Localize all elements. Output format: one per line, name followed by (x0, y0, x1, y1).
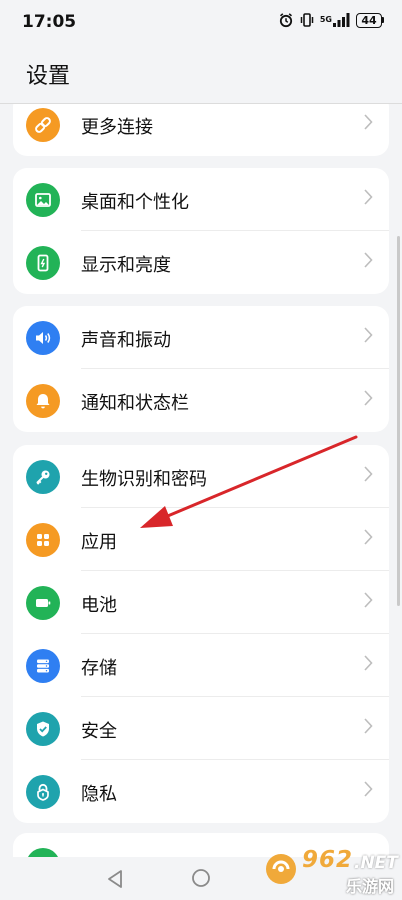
chevron-right-icon (364, 781, 373, 801)
chevron-right-icon (364, 252, 373, 272)
settings-list[interactable]: 更多连接 桌面和个性化 显示和亮度 声音和振动 通知和状态栏 生物识别和密码 应… (0, 104, 402, 857)
settings-item-label: 生物识别和密码 (81, 469, 207, 490)
bell-icon (26, 384, 60, 418)
apps-icon (26, 523, 60, 557)
settings-item-apps[interactable]: 应用 (13, 508, 389, 571)
battery-icon: 44 (356, 12, 384, 28)
chevron-right-icon (364, 592, 373, 612)
settings-item-storage[interactable]: 存储 (13, 634, 389, 697)
chevron-right-icon (364, 114, 373, 134)
partial-icon (26, 848, 60, 857)
scrollbar[interactable] (397, 236, 400, 606)
chevron-right-icon (364, 655, 373, 675)
home-icon[interactable] (191, 868, 211, 892)
vibrate-icon (299, 12, 315, 28)
battery-icon (26, 586, 60, 620)
settings-item-label: 桌面和个性化 (81, 192, 189, 213)
settings-item-label: 隐私 (81, 784, 117, 805)
settings-group-connections: 更多连接 (13, 104, 389, 156)
chevron-right-icon (364, 718, 373, 738)
status-time: 17:05 (22, 12, 77, 32)
key-icon (26, 460, 60, 494)
settings-item-biometrics-password[interactable]: 生物识别和密码 (13, 445, 389, 508)
chevron-right-icon (364, 466, 373, 486)
page-title: 设置 (26, 64, 71, 89)
watermark-text: 乐游网 (346, 877, 395, 896)
settings-item-privacy[interactable]: 隐私 (13, 760, 389, 823)
battery-level: 44 (356, 12, 382, 28)
settings-group-sound: 声音和振动 通知和状态栏 (13, 306, 389, 432)
shield-icon (26, 712, 60, 746)
settings-item-battery[interactable]: 电池 (13, 571, 389, 634)
settings-item-label: 应用 (81, 532, 117, 553)
settings-item-label: 声音和振动 (81, 330, 171, 351)
chevron-right-icon (364, 390, 373, 410)
status-icons: 5G 44 (278, 12, 384, 28)
settings-item-more-connections[interactable]: 更多连接 (13, 104, 389, 156)
chevron-right-icon (364, 529, 373, 549)
settings-item-label: 更多连接 (81, 117, 153, 138)
chevron-right-icon (364, 327, 373, 347)
settings-item-display-brightness[interactable]: 显示和亮度 (13, 231, 389, 294)
settings-group-display: 桌面和个性化 显示和亮度 (13, 168, 389, 294)
storage-icon (26, 649, 60, 683)
settings-item-sound-vibration[interactable]: 声音和振动 (13, 306, 389, 369)
chevron-right-icon (364, 189, 373, 209)
lock-icon (26, 775, 60, 809)
signal-icon: 5G (320, 12, 351, 28)
status-bar: 17:05 5G 44 (0, 0, 402, 46)
settings-group-system: 生物识别和密码 应用 电池 存储 安全 隐私 (13, 445, 389, 823)
display-icon (26, 246, 60, 280)
link-icon (26, 108, 60, 142)
settings-item-label: 显示和亮度 (81, 255, 171, 276)
alarm-icon (278, 12, 294, 28)
back-icon[interactable] (106, 869, 124, 893)
settings-item-label: 通知和状态栏 (81, 393, 189, 414)
watermark-suffix: .NET (354, 853, 398, 873)
watermark-icon (266, 854, 296, 884)
settings-item-label: 存储 (81, 658, 117, 679)
speaker-icon (26, 321, 60, 355)
settings-item-label: 电池 (81, 595, 117, 616)
settings-item-label: 安全 (81, 721, 117, 742)
settings-item-desktop-personalization[interactable]: 桌面和个性化 (13, 168, 389, 231)
image-icon (26, 183, 60, 217)
network-label: 5G (319, 15, 332, 24)
settings-item-security[interactable]: 安全 (13, 697, 389, 760)
watermark-logo: 962 .NET 乐游网 (262, 847, 400, 896)
watermark-number: 962 (302, 847, 354, 873)
settings-item-notifications-statusbar[interactable]: 通知和状态栏 (13, 369, 389, 432)
